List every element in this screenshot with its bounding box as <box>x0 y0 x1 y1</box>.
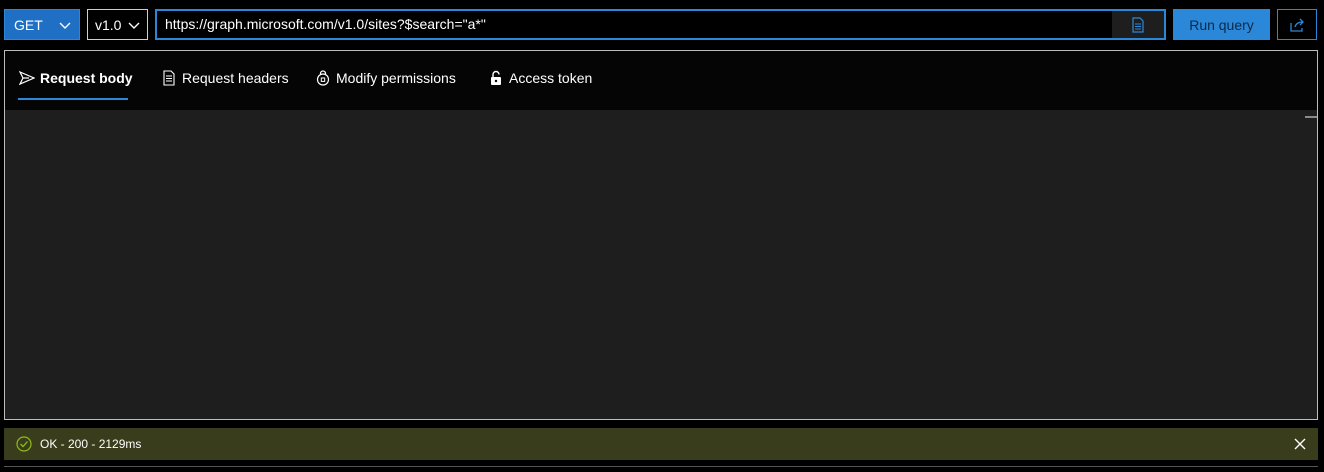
tab-label: Request headers <box>182 70 289 86</box>
tab-label: Modify permissions <box>336 70 456 86</box>
editor-scrollbar[interactable] <box>1305 116 1317 118</box>
tab-label: Access token <box>509 70 593 86</box>
http-method-dropdown[interactable]: GET <box>4 9 80 40</box>
tab-label: Request body <box>40 70 133 86</box>
unlock-icon <box>491 70 501 85</box>
chevron-down-icon <box>128 22 140 29</box>
close-icon[interactable] <box>1292 436 1308 452</box>
version-value: v1.0 <box>95 16 122 33</box>
tab-access-token[interactable]: Access token <box>488 51 592 105</box>
status-text: OK - 200 - 2129ms <box>40 437 142 451</box>
share-button[interactable] <box>1277 9 1317 40</box>
active-tab-indicator <box>18 98 128 100</box>
http-method-value: GET <box>14 16 43 33</box>
tab-modify-permissions[interactable]: Modify permissions <box>315 51 456 105</box>
chevron-down-icon <box>59 22 71 29</box>
status-message-bar: OK - 200 - 2129ms <box>4 428 1318 460</box>
url-input[interactable] <box>157 11 1112 38</box>
request-body-editor[interactable] <box>5 110 1317 419</box>
url-field <box>155 9 1166 40</box>
version-dropdown[interactable]: v1.0 <box>87 9 148 40</box>
document-list-icon <box>163 70 175 86</box>
docs-button[interactable] <box>1112 11 1164 38</box>
lock-shield-icon <box>316 70 330 86</box>
tab-request-headers[interactable]: Request headers <box>161 51 289 105</box>
document-icon <box>1132 16 1144 33</box>
response-panel-edge <box>4 466 1318 472</box>
request-panel: Request body Request headers Modify perm… <box>4 50 1318 420</box>
query-toolbar: GET v1.0 Run query <box>0 0 1324 48</box>
request-tabs: Request body Request headers Modify perm… <box>5 51 1317 110</box>
check-circle-icon <box>16 436 32 452</box>
share-icon <box>1290 18 1304 32</box>
send-icon <box>19 70 35 86</box>
run-query-button[interactable]: Run query <box>1173 9 1270 40</box>
tab-request-body[interactable]: Request body <box>19 51 133 105</box>
